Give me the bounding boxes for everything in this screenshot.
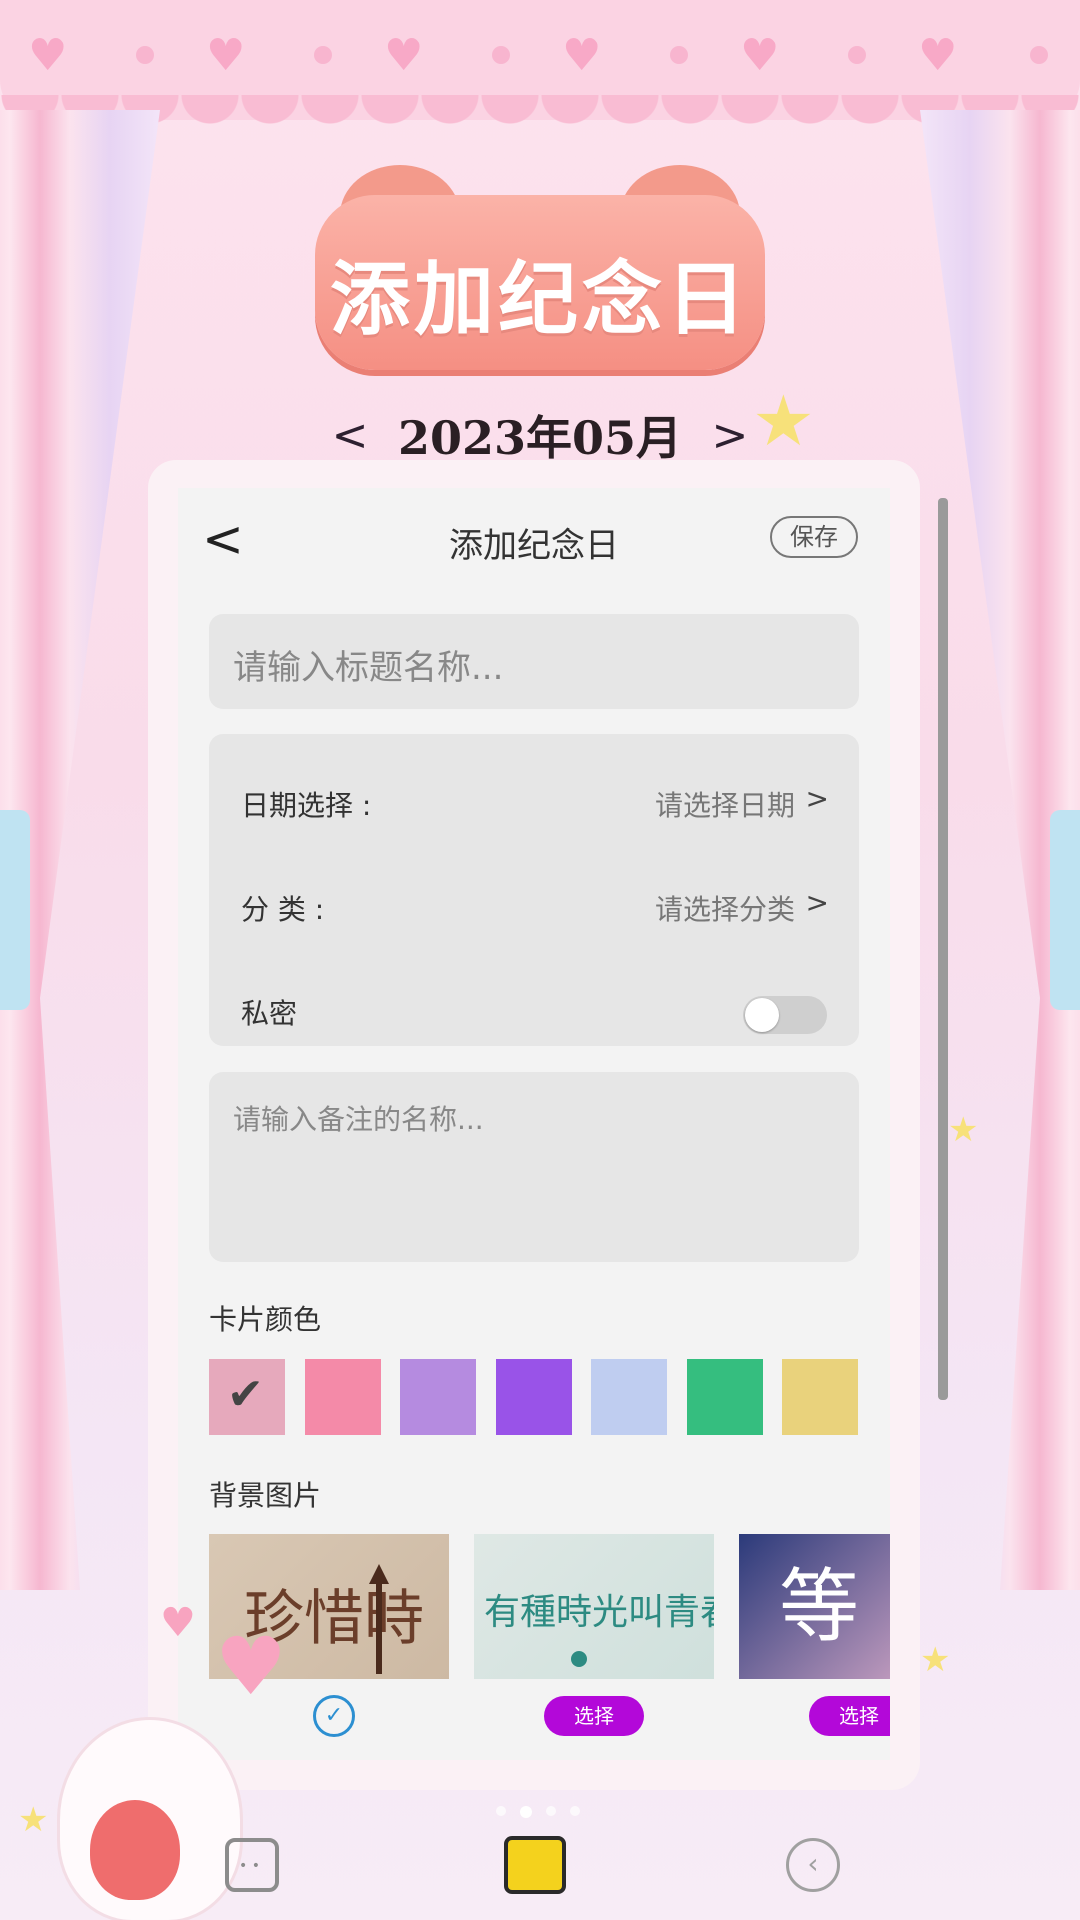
select-background-button[interactable]: 选择	[809, 1696, 890, 1736]
background-card[interactable]: 有種時光叫青春	[474, 1534, 714, 1679]
heart-decor-icon: ♥	[918, 30, 958, 81]
settings-group: 日期选择 : 请选择日期 > 分 类 : 请选择分类 > 私密	[209, 734, 859, 1046]
heart-decor-icon: ♥	[215, 1620, 287, 1713]
heart-decor-icon: ♥	[160, 1600, 196, 1646]
background-art: 有種時光叫青春	[484, 1592, 714, 1667]
category-label: 分 类 :	[241, 893, 325, 926]
scrollbar[interactable]	[938, 498, 948, 1400]
background-art: 等	[779, 1560, 859, 1653]
page-dot	[546, 1806, 556, 1816]
heart-decor-icon: ♥	[562, 30, 602, 81]
color-swatch[interactable]	[782, 1359, 858, 1435]
dot-decor	[848, 46, 866, 64]
heart-decor-icon: ♥	[206, 30, 246, 81]
notes-input[interactable]: 请输入备注的名称...	[209, 1072, 859, 1262]
select-background-button[interactable]: 选择	[544, 1696, 644, 1736]
save-button[interactable]: 保存	[770, 516, 858, 558]
background-card[interactable]: 等	[739, 1534, 890, 1679]
page-dot	[496, 1806, 506, 1816]
title-banner: 添加纪念日	[315, 165, 765, 370]
color-swatch[interactable]	[495, 1359, 572, 1435]
dot-decor	[314, 46, 332, 64]
color-swatch[interactable]	[304, 1359, 381, 1435]
edit-icon[interactable]	[504, 1836, 566, 1894]
background-cards: 珍惜時 ✓ 有種時光叫青春 选择 等 选择	[209, 1534, 890, 1744]
curtain-tie-left	[0, 810, 30, 1010]
heart-decor-icon: ♥	[740, 30, 780, 81]
toggle-knob	[745, 998, 779, 1032]
title-input[interactable]: 请输入标题名称...	[209, 614, 859, 709]
date-row[interactable]: 日期选择 : 请选择日期 >	[209, 766, 859, 836]
date-label: 日期选择 :	[241, 789, 372, 822]
color-swatch[interactable]	[591, 1359, 667, 1435]
add-anniversary-form: < 添加纪念日 保存 请输入标题名称... 日期选择 : 请选择日期 > 分 类…	[178, 488, 890, 1760]
page-dot	[570, 1806, 580, 1816]
color-swatch[interactable]	[400, 1359, 476, 1435]
valance-trim	[0, 95, 1080, 125]
background-art-text: 等	[779, 1560, 859, 1653]
background-label: 背景图片	[209, 1479, 322, 1512]
dot-decor	[1030, 46, 1048, 64]
notes-face-icon[interactable]: • •	[225, 1838, 279, 1892]
page-dot	[520, 1806, 532, 1818]
strawberry-decor	[90, 1800, 180, 1900]
color-swatch[interactable]: ✔	[209, 1359, 285, 1435]
category-value: 请选择分类	[654, 893, 795, 926]
star-decor-icon: ★	[948, 1110, 979, 1150]
notes-placeholder: 请输入备注的名称...	[233, 1103, 484, 1136]
back-circle-icon[interactable]: ‹	[786, 1838, 840, 1892]
color-swatches: ✔	[209, 1359, 869, 1435]
next-month-button[interactable]: >	[710, 410, 750, 461]
card-color-label: 卡片颜色	[209, 1303, 322, 1336]
date-value: 请选择日期	[654, 789, 795, 822]
private-label: 私密	[241, 997, 298, 1030]
chevron-right-icon: >	[805, 886, 829, 919]
banner-title: 添加纪念日	[330, 253, 750, 346]
check-icon: ✔	[227, 1369, 264, 1420]
private-toggle[interactable]	[743, 996, 827, 1034]
month-label: 2023年05月	[397, 411, 683, 465]
prev-month-button[interactable]: <	[330, 410, 370, 461]
dot-decor	[670, 46, 688, 64]
dot-decor	[492, 46, 510, 64]
page-indicator	[496, 1806, 580, 1818]
title-placeholder: 请输入标题名称...	[233, 648, 504, 688]
top-bar: < 添加纪念日 保存	[178, 488, 890, 588]
color-swatch[interactable]	[686, 1359, 763, 1435]
heart-decor-icon: ♥	[384, 30, 424, 81]
heart-decor-icon: ♥	[28, 30, 68, 81]
star-decor-icon: ★	[752, 380, 815, 462]
star-decor-icon: ★	[920, 1640, 951, 1680]
chevron-right-icon: >	[805, 782, 829, 815]
star-decor-icon: ★	[18, 1800, 49, 1840]
selected-check-icon[interactable]: ✓	[313, 1695, 355, 1737]
private-row: 私密	[209, 974, 859, 1044]
dot-decor	[136, 46, 154, 64]
category-row[interactable]: 分 类 : 请选择分类 >	[209, 870, 859, 940]
background-art-text: 有種時光叫青春	[484, 1592, 714, 1633]
curtain-tie-right	[1050, 810, 1080, 1010]
